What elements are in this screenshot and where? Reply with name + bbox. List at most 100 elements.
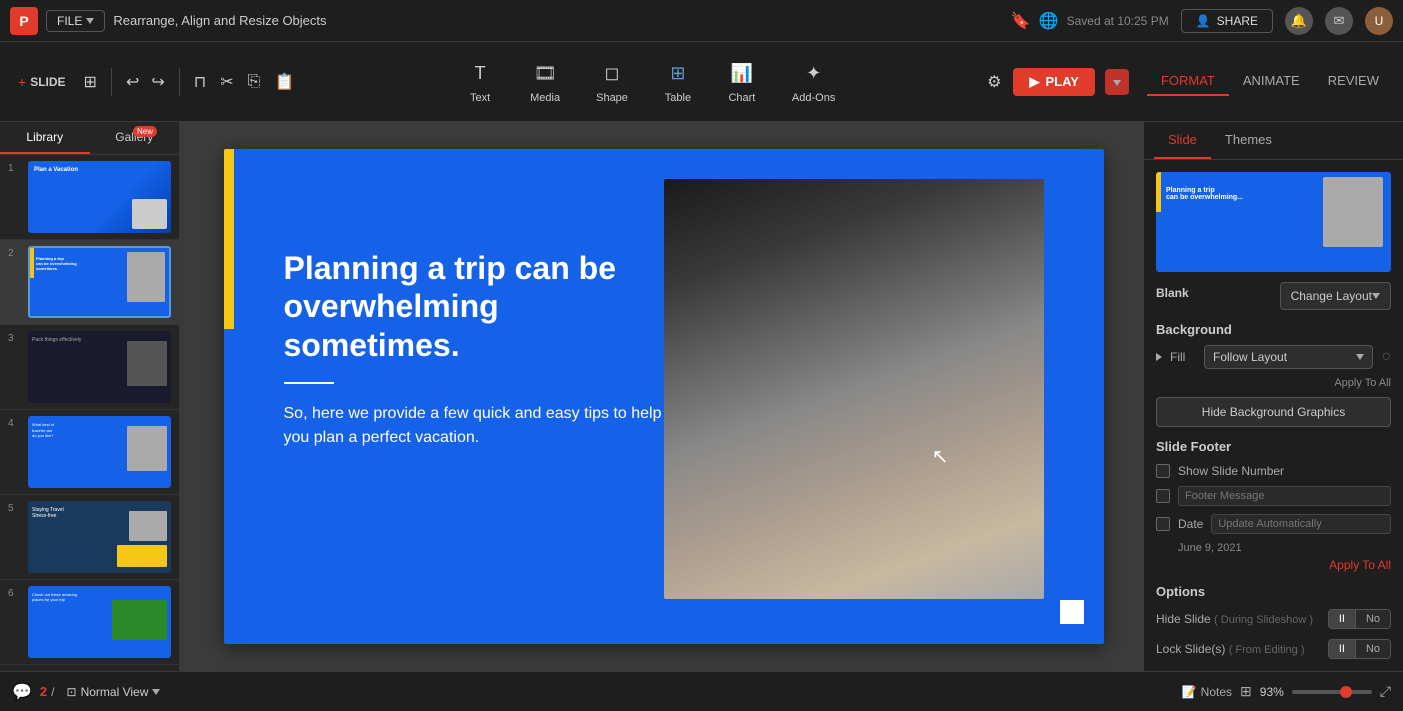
slides-panel: Library Gallery New 1 Plan a Vacation 2 … [0,122,180,671]
hide-slide-toggle-pause[interactable]: II [1329,610,1356,628]
toolbar-center: T Text 🎞 Media ◻ Shape ⊞ Table 📊 Chart ✦… [318,54,983,110]
media-tool-button[interactable]: 🎞 Media [522,54,568,110]
top-bar: P FILE Rearrange, Align and Resize Objec… [0,0,1403,42]
hide-slide-toggle: II No [1328,609,1391,629]
footer-apply-all-button[interactable]: Apply To All [1156,558,1391,572]
slide-canvas-area[interactable]: Planning a trip can be overwhelming some… [184,122,1143,671]
table-tool-button[interactable]: ⊞ Table [656,54,700,110]
slide-thumbnail-6[interactable]: 6 Check out these amazingplaces for your… [0,580,179,665]
tab-format[interactable]: FORMAT [1147,67,1229,96]
bottom-bar: 💬 2 / ⊡ Normal View 📝 Notes ⊞ 93% ⤢ [0,671,1403,711]
fill-dropdown[interactable]: Follow Layout [1204,345,1373,369]
slide-image [664,179,1044,599]
date-checkbox[interactable] [1156,517,1170,531]
slide-preview-image: Plan a Vacation [28,161,171,233]
total-slides: / [51,685,54,699]
saved-status: Saved at 10:25 PM [1067,14,1169,28]
view-mode-icon: ⊡ [67,685,77,699]
footer-message-input[interactable] [1178,486,1391,506]
grid-view-button[interactable]: ⊞ [80,68,101,96]
slide-heading: Planning a trip can be overwhelming some… [284,249,664,364]
fill-row: Fill Follow Layout ○ [1156,345,1391,369]
copy-button[interactable]: ⎘ [244,69,265,95]
library-tab[interactable]: Library [0,122,90,154]
new-badge: New [133,126,157,137]
app-icon: P [10,7,38,35]
slide-body-text: So, here we provide a few quick and easy… [284,402,664,450]
hide-background-graphics-button[interactable]: Hide Background Graphics [1156,397,1391,427]
slide-number: 2 [8,246,22,259]
expand-icon[interactable]: ⊞ [1240,683,1252,700]
redo-button[interactable]: ↪ [147,68,168,96]
shape-icon: ◻ [598,60,626,88]
slide-thumbnail-4[interactable]: 4 What kind oftraveler aredo you like? [0,410,179,495]
top-right-area: Saved at 10:25 PM 👤 SHARE 🔔 ✉ U [1067,7,1393,35]
separator-2 [179,68,180,96]
lock-slide-toggle-pause[interactable]: II [1329,640,1356,658]
slide-thumbnail-2[interactable]: 2 Planning a tripcan be overwhelmingsome… [0,240,179,325]
date-auto-input[interactable] [1211,514,1391,534]
chat-bubble-icon[interactable]: 💬 [12,682,32,702]
undo-button[interactable]: ↩ [122,68,143,96]
slide-canvas: Planning a trip can be overwhelming some… [224,149,1104,644]
library-gallery-tabs: Library Gallery New [0,122,179,155]
slide-number: 1 [8,161,22,174]
background-section-title: Background [1156,322,1391,337]
notifications-icon[interactable]: 🔔 [1285,7,1313,35]
right-panel-tabs: Slide Themes [1144,122,1403,160]
gallery-tab[interactable]: Gallery New [90,122,180,154]
settings-icon[interactable]: ⚙ [983,68,1005,96]
notes-button[interactable]: 📝 Notes [1182,685,1232,699]
lock-slide-toggle-no[interactable]: No [1356,640,1390,658]
tab-themes[interactable]: Themes [1211,122,1286,159]
view-mode-selector[interactable]: ⊡ Normal View [67,685,161,699]
play-options-button[interactable] [1105,69,1129,95]
paste-button[interactable]: 📋 [270,68,298,96]
toolbar-left: + SLIDE ⊞ ↩ ↪ ⊓ ✂ ⎘ 📋 [10,68,298,96]
preview-yellow-bar [1156,172,1161,212]
copy-format-button[interactable]: ⊓ [190,68,210,96]
add-slide-button[interactable]: + SLIDE [10,70,74,94]
slide-thumbnail-3[interactable]: 3 Pack things effectively [0,325,179,410]
zoom-level: 93% [1260,685,1284,699]
chart-tool-button[interactable]: 📊 Chart [720,54,764,110]
file-menu-button[interactable]: FILE [46,10,105,32]
slide-thumbnail-5[interactable]: 5 Staying TravelStress-free [0,495,179,580]
shape-tool-button[interactable]: ◻ Shape [588,54,636,110]
avatar[interactable]: U [1365,7,1393,35]
tab-slide[interactable]: Slide [1154,122,1211,159]
tab-animate[interactable]: ANIMATE [1229,67,1314,96]
play-chevron-icon [1113,80,1121,86]
play-button[interactable]: ▶ PLAY [1013,68,1094,96]
options-title: Options [1156,584,1391,599]
change-layout-button[interactable]: Change Layout [1280,282,1391,310]
play-triangle-icon: ▶ [1029,74,1039,90]
addons-tool-button[interactable]: ✦ Add-Ons [784,54,843,110]
file-chevron-icon [86,18,94,24]
bookmark-icon[interactable]: 🔖 [1011,11,1031,31]
apply-all-label: Apply To All [1156,377,1391,389]
toolbar-right: ⚙ ▶ PLAY FORMAT ANIMATE REVIEW [983,67,1393,96]
hide-slide-toggle-no[interactable]: No [1356,610,1390,628]
separator-1 [111,68,112,96]
white-square-element [1060,600,1084,624]
globe-icon[interactable]: 🌐 [1039,11,1059,31]
cut-button[interactable]: ✂ [216,68,237,96]
tab-review[interactable]: REVIEW [1314,67,1393,96]
fit-to-window-icon[interactable]: ⤢ [1380,683,1391,700]
show-slide-number-checkbox[interactable] [1156,464,1170,478]
text-tool-button[interactable]: T Text [458,54,502,110]
zoom-thumb [1340,686,1352,698]
right-panel-content: Planning a tripcan be overwhelming... Bl… [1144,160,1403,671]
addons-icon: ✦ [800,60,828,88]
hide-slide-label: Hide Slide ( During Slideshow ) [1156,612,1320,626]
messages-icon[interactable]: ✉ [1325,7,1353,35]
share-button[interactable]: 👤 SHARE [1181,9,1273,33]
slide-thumbnail-1[interactable]: 1 Plan a Vacation [0,155,179,240]
footer-message-checkbox[interactable] [1156,489,1170,503]
current-page: 2 [40,684,47,699]
document-title: Rearrange, Align and Resize Objects [113,13,1002,28]
slide-text-area: Planning a trip can be overwhelming some… [284,249,664,450]
zoom-slider[interactable] [1292,690,1372,694]
table-icon: ⊞ [664,60,692,88]
